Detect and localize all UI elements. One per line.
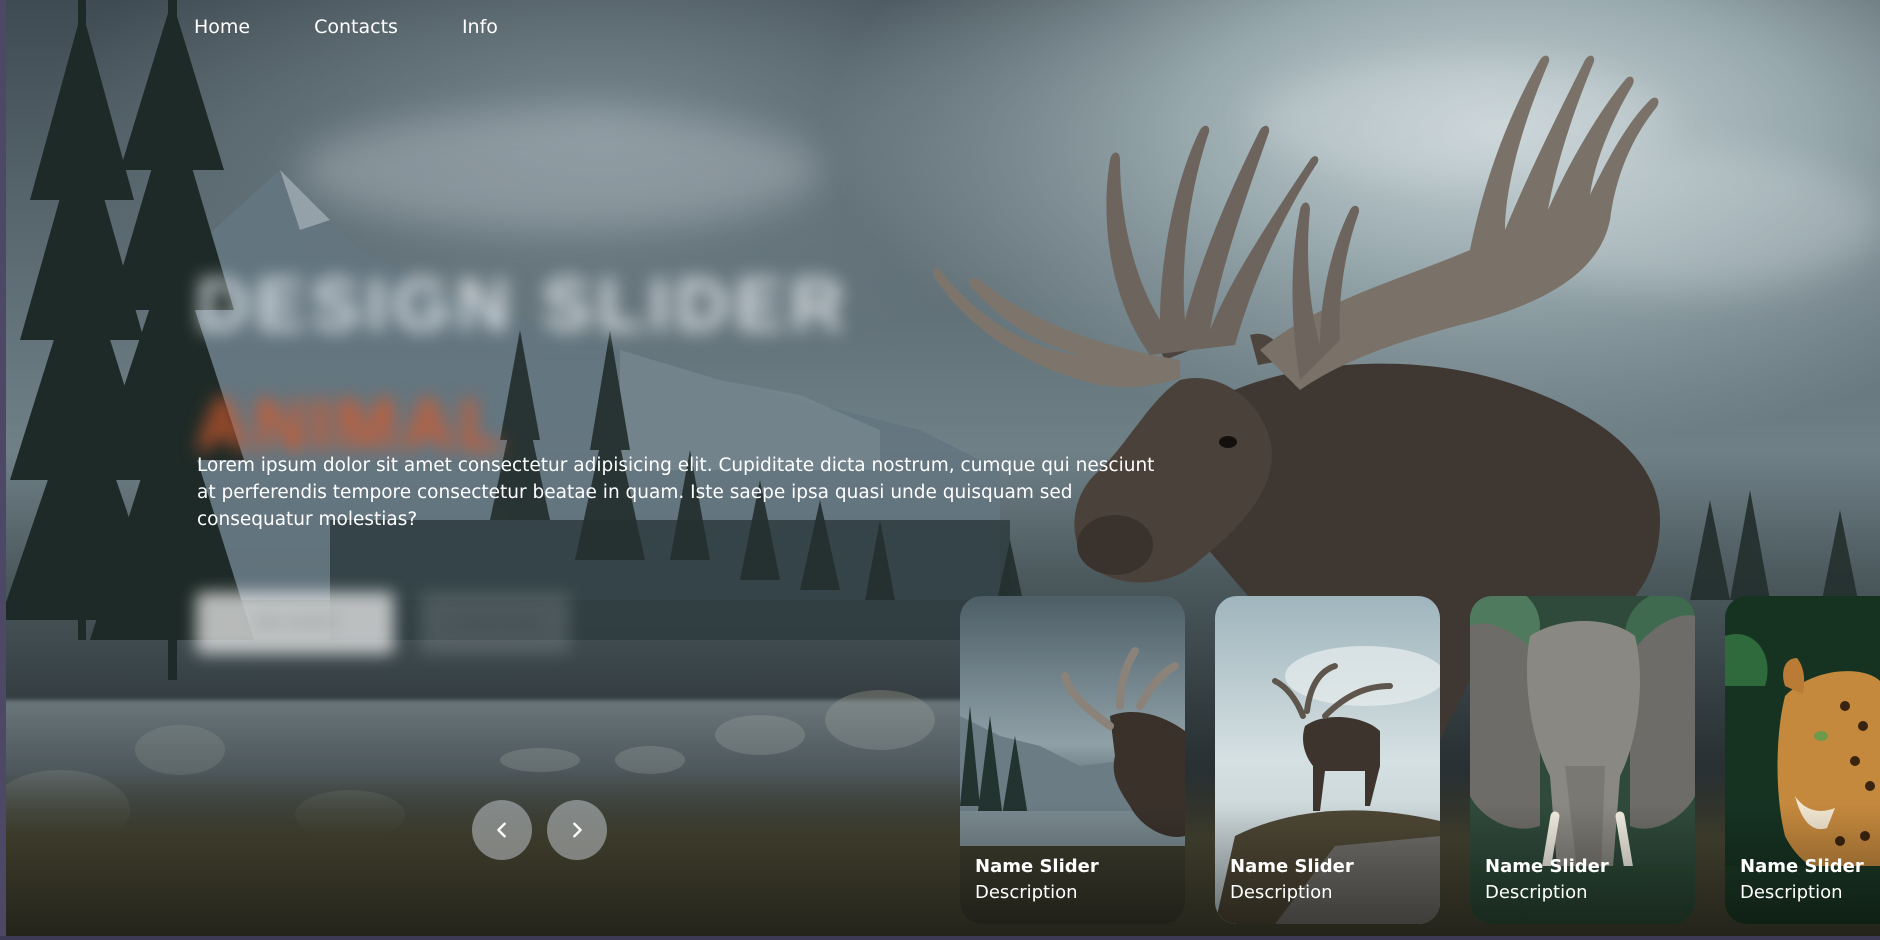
prev-slide-button[interactable] (472, 800, 532, 860)
thumbnail-item[interactable]: Name Slider Description (960, 596, 1185, 924)
subscribe-label: SUBSCRIBE (448, 614, 542, 631)
hero-title: DESIGN SLIDER (196, 263, 850, 346)
thumbnail-name: Name Slider (1230, 856, 1354, 877)
thumbnail-description: Description (1740, 882, 1843, 903)
chevron-left-icon (497, 822, 506, 838)
thumbnail-caption: Name Slider Description (1485, 854, 1609, 906)
thumbnail-name: Name Slider (975, 856, 1099, 877)
thumbnail-description: Description (1485, 882, 1588, 903)
nav-info[interactable]: Info (462, 16, 498, 38)
thumbnail-name: Name Slider (1740, 856, 1864, 877)
frame-edge (0, 0, 6, 940)
see-more-button[interactable]: SEE MORE (196, 592, 394, 654)
hero-description: Lorem ipsum dolor sit amet consectetur a… (197, 455, 1155, 530)
top-nav: Home Contacts Info (194, 16, 498, 38)
thumbnail-caption: Name Slider Description (975, 854, 1099, 906)
subscribe-button[interactable]: SUBSCRIBE (420, 592, 570, 654)
thumbnail-description: Description (975, 882, 1078, 903)
nav-contacts[interactable]: Contacts (314, 16, 398, 38)
thumbnail-item[interactable]: Name Slider Description (1215, 596, 1440, 924)
thumbnail-item[interactable]: Name Slider Description (1470, 596, 1695, 924)
frame-edge-bottom (0, 936, 1880, 940)
chevron-right-icon (573, 822, 582, 838)
thumbnail-caption: Name Slider Description (1740, 854, 1864, 906)
nav-home[interactable]: Home (194, 16, 250, 38)
next-slide-button[interactable] (547, 800, 607, 860)
thumbnail-item[interactable]: Name Slider Description (1725, 596, 1880, 924)
thumbnail-description: Description (1230, 882, 1333, 903)
thumbnail-name: Name Slider (1485, 856, 1609, 877)
thumbnail-caption: Name Slider Description (1230, 854, 1354, 906)
see-more-label: SEE MORE (252, 614, 338, 631)
